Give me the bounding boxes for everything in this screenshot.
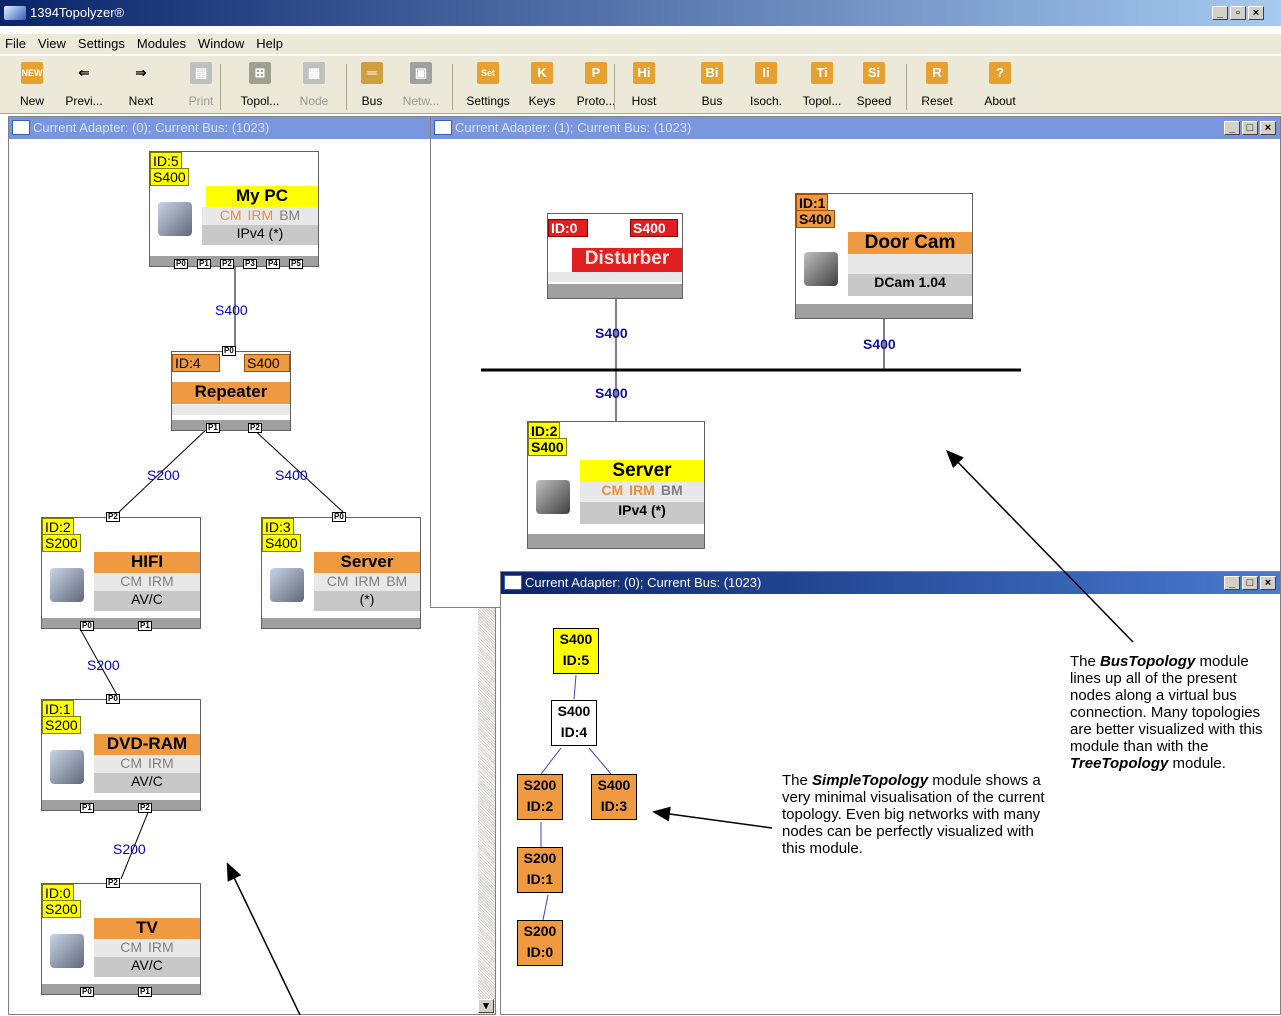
bus-topology-note: The BusTopology module lines up all of t… — [1070, 653, 1263, 772]
simple-topology-note: The SimpleTopology module shows a very m… — [782, 772, 1045, 857]
annotation-arrows — [226, 449, 1134, 1015]
